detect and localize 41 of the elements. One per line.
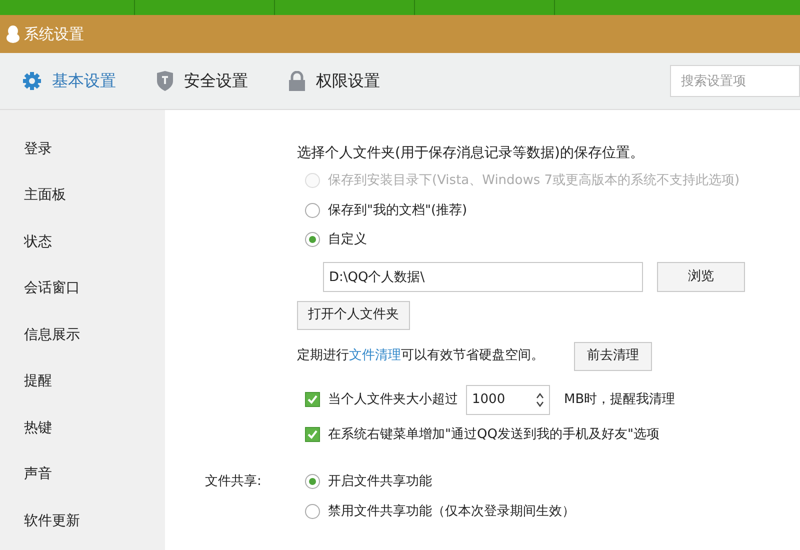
radio-label: 自定义 — [328, 231, 367, 249]
gear-icon — [22, 71, 42, 91]
cleanup-link[interactable]: 文件清理 — [349, 348, 401, 364]
window-title: 系统设置 — [24, 24, 84, 45]
settings-tab[interactable]: 权限设置 — [288, 69, 380, 93]
sidebar-item[interactable]: 主面板 — [0, 172, 165, 219]
sidebar-item[interactable]: 信息展示 — [0, 312, 165, 358]
cleanup-button[interactable]: 前去清理 — [574, 342, 652, 370]
sidebar-item[interactable]: 提醒 — [0, 358, 165, 405]
radio-button[interactable] — [305, 202, 320, 218]
checkbox-label: 当个人文件夹大小超过 — [328, 390, 458, 409]
shield-icon — [156, 71, 174, 91]
checkbox-label: MB时，提醒我清理 — [564, 390, 676, 409]
path-field[interactable]: D:\QQ个人数据\ — [323, 262, 643, 292]
checkbox[interactable] — [305, 426, 320, 442]
sidebar-item[interactable]: 软件更新 — [0, 498, 165, 544]
search-field[interactable]: 搜索设置项 — [670, 65, 800, 97]
radio-button[interactable] — [305, 474, 320, 490]
radio-label: 禁用文件共享功能（仅本次登录期间生效） — [328, 502, 575, 520]
browse-button[interactable]: 浏览 — [657, 262, 745, 292]
open-folder-button[interactable]: 打开个人文件夹 — [297, 300, 410, 330]
lock-icon — [288, 71, 306, 91]
radio-button[interactable] — [305, 504, 320, 519]
checkbox-label: 在系统右键菜单增加"通过QQ发送到我的手机及好友"选项 — [328, 426, 660, 444]
sidebar-item[interactable]: 热键 — [0, 405, 165, 452]
radio-label: 保存到"我的文档"(推荐) — [328, 202, 468, 220]
field-label: 文件共享: — [205, 473, 262, 491]
settings-tab[interactable]: 基本设置 — [22, 69, 116, 93]
radio-label: 开启文件共享功能 — [328, 473, 432, 491]
sidebar-item[interactable]: 状态 — [0, 219, 165, 266]
radio-button[interactable] — [305, 232, 320, 248]
cleanup-text: 定期进行文件清理可以有效节省硬盘空间。 — [297, 347, 544, 366]
radio-label: 保存到安装目录下(Vista、Windows 7或更高版本的系统不支持此选项) — [328, 172, 740, 190]
penguin-icon — [6, 25, 20, 43]
sidebar-item[interactable]: 登录 — [0, 126, 165, 172]
sidebar-item[interactable]: 会话窗口 — [0, 266, 165, 312]
sidebar-item[interactable]: 声音 — [0, 452, 165, 498]
settings-tab[interactable]: 安全设置 — [156, 69, 248, 93]
checkbox[interactable] — [305, 392, 320, 407]
number-spinner[interactable]: 1000 — [466, 384, 550, 414]
section-heading: 选择个人文件夹(用于保存消息记录等数据)的保存位置。 — [297, 144, 645, 163]
